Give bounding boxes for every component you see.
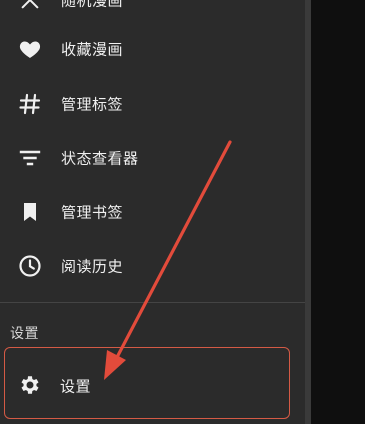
section-header-settings: 设置 — [10, 326, 39, 342]
drawer-item-manage-bookmarks[interactable]: 管理书签 — [0, 185, 305, 239]
drawer-item-settings[interactable]: 设置 — [4, 347, 290, 419]
hashtag-icon — [18, 92, 42, 116]
drawer-divider — [0, 302, 305, 303]
bookmark-icon — [18, 200, 42, 224]
drawer-item-label: 收藏漫画 — [61, 40, 124, 59]
drawer-item-label: 阅读历史 — [61, 257, 124, 276]
drawer-item-label: 设置 — [60, 377, 92, 396]
background-content — [311, 0, 365, 424]
filter-list-icon — [18, 146, 42, 170]
clock-icon — [18, 254, 42, 278]
drawer-item-favorite-comics[interactable]: 收藏漫画 — [0, 22, 305, 76]
drawer-item-label: 管理书签 — [61, 203, 124, 222]
shuffle-icon — [18, 0, 42, 12]
heart-icon — [18, 37, 42, 61]
drawer-item-manage-tags[interactable]: 管理标签 — [0, 77, 305, 131]
drawer-item-reading-history[interactable]: 阅读历史 — [0, 239, 305, 293]
app-root: 随机漫画 收藏漫画 管理标签 状态查看器 管理书签 阅读历史 设置 设置 — [0, 0, 365, 424]
gear-icon — [18, 373, 42, 397]
drawer-item-label: 状态查看器 — [61, 149, 139, 168]
navigation-drawer: 随机漫画 收藏漫画 管理标签 状态查看器 管理书签 阅读历史 设置 设置 — [0, 0, 305, 424]
drawer-item-label: 随机漫画 — [61, 0, 124, 10]
drawer-item-label: 管理标签 — [61, 95, 124, 114]
drawer-item-status-viewer[interactable]: 状态查看器 — [0, 131, 305, 185]
